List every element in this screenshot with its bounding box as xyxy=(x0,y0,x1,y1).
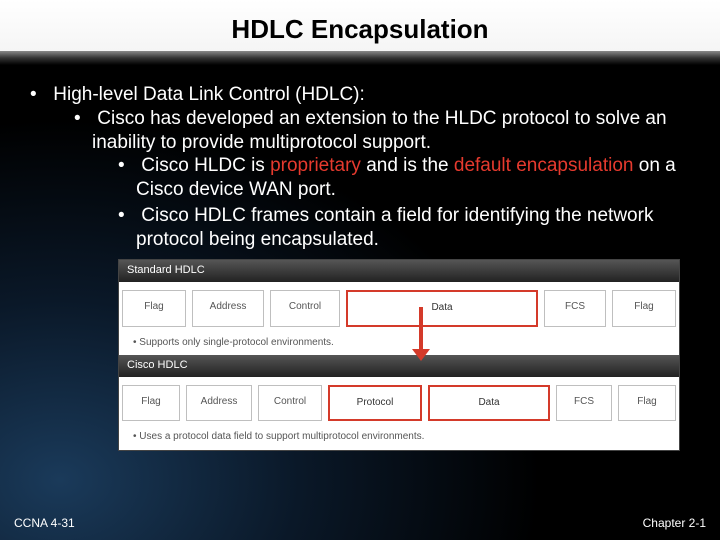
field-fcs: FCS xyxy=(544,290,606,327)
content-area: High-level Data Link Control (HDLC): Cis… xyxy=(0,65,720,451)
field-address: Address xyxy=(192,290,264,327)
bullet-text: Cisco has developed an extension to the … xyxy=(92,108,667,153)
field-control: Control xyxy=(270,290,340,327)
bullet-level2: Cisco has developed an extension to the … xyxy=(74,107,690,252)
figure-note-standard: Supports only single-protocol environmen… xyxy=(119,335,679,356)
title-underline xyxy=(0,51,720,65)
cisco-hdlc-row: Flag Address Control Protocol Data FCS F… xyxy=(119,377,679,430)
highlight-proprietary: proprietary xyxy=(270,155,361,176)
figure-header-cisco: Cisco HDLC xyxy=(119,355,679,377)
field-flag: Flag xyxy=(612,290,676,327)
standard-hdlc-row: Flag Address Control Data FCS Flag xyxy=(119,282,679,335)
field-protocol: Protocol xyxy=(328,385,422,422)
figure-header-standard: Standard HDLC xyxy=(119,260,679,282)
page-title: HDLC Encapsulation xyxy=(0,10,720,51)
field-data: Data xyxy=(346,290,538,327)
hdlc-frame-figure: Standard HDLC Flag Address Control Data … xyxy=(118,259,680,451)
field-fcs: FCS xyxy=(556,385,612,422)
field-flag: Flag xyxy=(618,385,676,422)
title-bar: HDLC Encapsulation xyxy=(0,0,720,51)
bullet-text: High-level Data Link Control (HDLC): xyxy=(53,84,365,105)
bullet-text-part: Cisco HLDC is xyxy=(141,155,270,176)
field-flag: Flag xyxy=(122,385,180,422)
bullet-text: Cisco HDLC frames contain a field for id… xyxy=(136,205,653,250)
bullet-level3: Cisco HDLC frames contain a field for id… xyxy=(118,204,690,252)
footer-left: CCNA 4-31 xyxy=(14,516,75,530)
field-control: Control xyxy=(258,385,322,422)
arrow-icon xyxy=(419,307,423,353)
bullet-level1: High-level Data Link Control (HDLC): Cis… xyxy=(30,83,690,251)
field-data: Data xyxy=(428,385,550,422)
footer-right: Chapter 2-1 xyxy=(643,516,706,530)
arrow-head-icon xyxy=(412,349,430,361)
highlight-default-encap: default encapsulation xyxy=(454,155,634,176)
bullet-level3: Cisco HLDC is proprietary and is the def… xyxy=(118,154,690,202)
figure-note-cisco: Uses a protocol data field to support mu… xyxy=(119,429,679,450)
field-address: Address xyxy=(186,385,252,422)
bullet-text-part: and is the xyxy=(361,155,454,176)
field-flag: Flag xyxy=(122,290,186,327)
